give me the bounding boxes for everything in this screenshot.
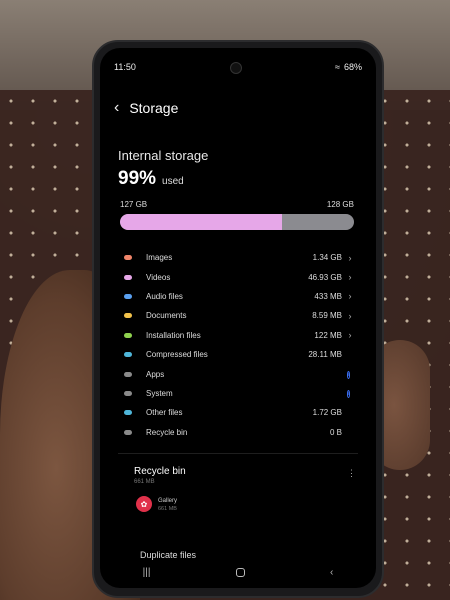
gallery-app-name: Gallery <box>158 498 178 504</box>
category-name: System <box>146 388 173 398</box>
home-icon[interactable] <box>235 567 245 577</box>
usage-summary: 99% used <box>118 168 184 190</box>
page-title: Storage <box>129 100 179 116</box>
category-color-dot <box>124 293 132 299</box>
storage-category-row[interactable]: Documents 8.59 MB › <box>124 306 358 325</box>
recycle-bin-size: 661 MB <box>134 479 155 485</box>
battery-level: 68% <box>343 62 362 72</box>
category-name: Videos <box>146 272 171 282</box>
category-color-dot <box>124 410 132 416</box>
category-size: 0 B <box>329 427 342 437</box>
category-size: 1.34 GB <box>312 253 342 263</box>
recycle-bin-title[interactable]: Recycle bin <box>134 466 186 477</box>
info-action[interactable]: i <box>342 368 358 380</box>
back-arrow-icon[interactable]: ‹ <box>114 100 119 116</box>
wifi-icon: ≈ <box>335 62 340 72</box>
category-size: 46.93 GB <box>308 272 342 282</box>
storage-category-row[interactable]: Audio files 433 MB › <box>124 287 358 306</box>
category-name: Images <box>146 253 173 263</box>
navigation-bar: ||| ‹ <box>100 564 376 580</box>
category-color-dot <box>124 255 132 261</box>
storage-category-row[interactable]: Apps i <box>124 364 358 383</box>
internal-storage-label: Internal storage <box>118 148 209 163</box>
storage-category-row[interactable]: Other files 1.72 GB <box>124 403 358 422</box>
category-list: Images 1.34 GB › Videos 46.93 GB › Audio files… <box>124 248 358 442</box>
chevron-right-icon[interactable]: › <box>342 330 358 340</box>
capacity-row: 127 GB 128 GB <box>120 200 354 209</box>
storage-category-row[interactable]: Recycle bin 0 B <box>124 423 358 442</box>
info-icon[interactable]: i <box>346 390 351 399</box>
gallery-app-size: 661 MB <box>158 506 177 512</box>
storage-category-row[interactable]: Compressed files 28.11 MB <box>124 345 358 364</box>
chevron-right-icon[interactable]: › <box>342 311 358 321</box>
storage-usage-fill <box>120 214 283 230</box>
category-size: 433 MB <box>314 291 342 301</box>
phone-screen: 11:50 ≈ 68% ‹ Storage Internal storage 9… <box>100 48 376 588</box>
chevron-right-icon[interactable]: › <box>342 272 358 282</box>
category-color-dot <box>124 390 132 396</box>
usage-percent: 99% <box>118 168 157 189</box>
info-icon[interactable]: i <box>346 371 351 380</box>
chevron-right-icon[interactable]: › <box>342 253 358 263</box>
usage-used-text: used <box>162 176 184 187</box>
category-name: Other files <box>146 408 183 418</box>
total-capacity: 128 GB <box>326 200 354 209</box>
storage-category-row[interactable]: Images 1.34 GB › <box>124 248 358 267</box>
category-name: Apps <box>146 369 165 379</box>
more-options-icon[interactable]: ⋮ <box>347 468 356 479</box>
category-name: Compressed files <box>146 350 208 360</box>
category-size: 1.72 GB <box>312 408 342 418</box>
gallery-app-icon[interactable]: ✿ <box>136 496 152 512</box>
category-size: 122 MB <box>314 330 342 340</box>
category-name: Documents <box>146 311 187 321</box>
storage-category-row[interactable]: Installation files 122 MB › <box>124 326 358 345</box>
category-color-dot <box>124 352 132 358</box>
category-size: 28.11 MB <box>308 350 342 360</box>
category-color-dot <box>124 313 132 319</box>
category-name: Installation files <box>146 330 201 340</box>
category-size: 8.59 MB <box>312 311 342 321</box>
storage-category-row[interactable]: System i <box>124 384 358 403</box>
duplicate-files-title[interactable]: Duplicate files <box>140 550 196 560</box>
category-color-dot <box>124 371 132 377</box>
status-icons: ≈ 68% <box>335 62 362 72</box>
category-color-dot <box>124 429 132 435</box>
category-name: Audio files <box>146 291 183 301</box>
chevron-right-icon[interactable]: › <box>342 291 358 301</box>
front-camera <box>230 62 242 74</box>
divider <box>118 453 358 454</box>
storage-category-row[interactable]: Videos 46.93 GB › <box>124 267 358 286</box>
top-bar: ‹ Storage <box>114 100 179 117</box>
category-color-dot <box>124 274 132 280</box>
back-nav-icon[interactable]: ‹ <box>330 567 333 578</box>
category-name: Recycle bin <box>146 427 188 437</box>
used-capacity: 127 GB <box>120 200 148 209</box>
category-color-dot <box>124 332 132 338</box>
info-action[interactable]: i <box>342 387 358 399</box>
status-time: 11:50 <box>114 62 136 72</box>
recent-apps-icon[interactable]: ||| <box>143 567 151 578</box>
storage-usage-bar <box>120 214 354 230</box>
